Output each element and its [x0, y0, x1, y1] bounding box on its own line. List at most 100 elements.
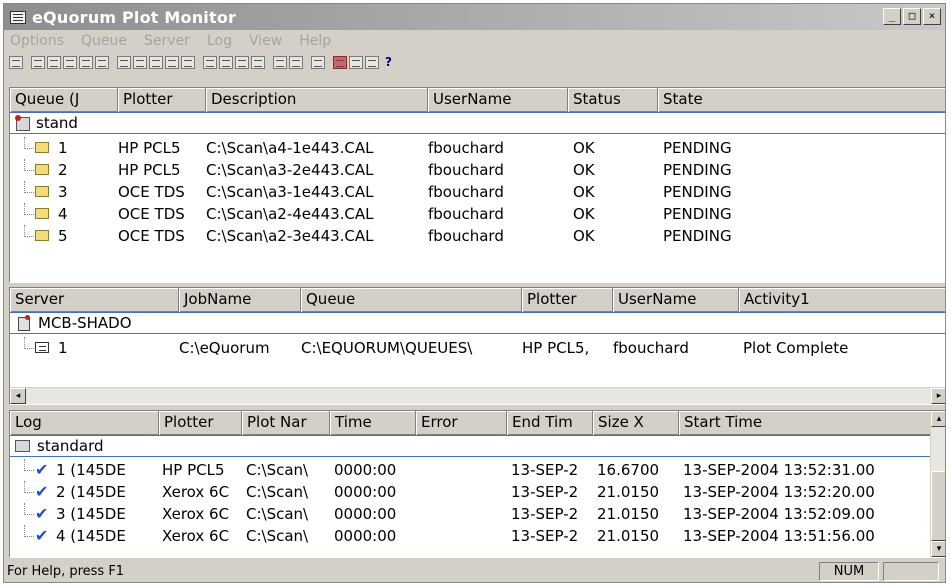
log-col-endtime[interactable]: End Tim: [507, 411, 593, 435]
log-vertical-scrollbar[interactable]: ▴ ▾: [930, 411, 945, 557]
menu-help[interactable]: Help: [299, 33, 331, 49]
toolbar-job-hold-button[interactable]: [117, 55, 131, 69]
toolbar-help-button[interactable]: ?: [385, 55, 392, 69]
queue-pane[interactable]: Queue (J Plotter Description UserName St…: [9, 87, 945, 283]
queue-row[interactable]: 2 HP PCL5 C:\Scan\a3-2e443.CAL fbouchard…: [10, 159, 945, 181]
queue-col-description[interactable]: Description: [206, 88, 428, 112]
log-col-sizex[interactable]: Size X: [593, 411, 679, 435]
menu-options[interactable]: Options: [10, 33, 64, 49]
log-cell-time: 0000:00: [334, 483, 397, 501]
server-col-activity[interactable]: Activity1: [739, 288, 945, 312]
server-row[interactable]: 1 C:\eQuorum C:\EQUORUM\QUEUES\ HP PCL5,…: [10, 337, 945, 359]
toolbar-refresh-button[interactable]: [311, 55, 325, 69]
queue-cell-id: 4: [58, 205, 68, 223]
title-bar[interactable]: eQuorum Plot Monitor _ □ ×: [4, 4, 945, 30]
toolbar-server-pause-button[interactable]: [235, 55, 249, 69]
log-row[interactable]: ✔ 4 (145DE Xerox 6C C:\Scan\ 0000:00 13-…: [10, 525, 932, 547]
server-col-jobname[interactable]: JobName: [179, 288, 301, 312]
log-cell-starttime: 13-SEP-2004 13:52:09.00: [683, 505, 875, 523]
queue-cell-id: 1: [58, 139, 68, 157]
scroll-up-arrow-icon[interactable]: ▴: [931, 411, 945, 427]
queue-cell-username: fbouchard: [428, 205, 504, 223]
app-icon[interactable]: [10, 10, 26, 24]
menu-view[interactable]: View: [249, 33, 282, 49]
toolbar-queue-stop-button[interactable]: [79, 55, 93, 69]
queue-col-plotter[interactable]: Plotter: [118, 88, 206, 112]
toolbar-job-restart-button[interactable]: [149, 55, 163, 69]
queue-col-status[interactable]: Status: [568, 88, 658, 112]
toolbar-print-preview-button[interactable]: [349, 55, 363, 69]
queue-col-username[interactable]: UserName: [428, 88, 568, 112]
queue-group-row[interactable]: stand: [10, 112, 945, 134]
log-cell-starttime: 13-SEP-2004 13:52:31.00: [683, 461, 875, 479]
log-col-plotter[interactable]: Plotter: [159, 411, 242, 435]
log-col-time[interactable]: Time: [330, 411, 416, 435]
toolbar-job-stop-button[interactable]: [165, 55, 179, 69]
toolbar-print-button[interactable]: [333, 55, 347, 69]
toolbar-queue-hold-button[interactable]: [31, 55, 45, 69]
log-group-label: standard: [37, 437, 104, 455]
toolbar-properties-button[interactable]: [9, 55, 23, 69]
log-cell-plotter: Xerox 6C: [162, 505, 230, 523]
queue-row[interactable]: 3 OCE TDS C:\Scan\a3-1e443.CAL fbouchard…: [10, 181, 945, 203]
log-col-log[interactable]: Log: [10, 411, 159, 435]
close-button[interactable]: ×: [923, 8, 941, 25]
toolbar-job-delete-button[interactable]: [181, 55, 195, 69]
log-cell-endtime: 13-SEP-2: [511, 483, 579, 501]
server-cell-username: fbouchard: [613, 339, 689, 357]
menu-server[interactable]: Server: [144, 33, 190, 49]
server-col-plotter[interactable]: Plotter: [522, 288, 613, 312]
queue-col-queue[interactable]: Queue (J: [10, 88, 118, 112]
toolbar-queue-release-button[interactable]: [47, 55, 61, 69]
queue-cell-status: OK: [573, 183, 595, 201]
toolbar-log-view-button[interactable]: [273, 55, 287, 69]
toolbar-job-release-button[interactable]: [133, 55, 147, 69]
log-cell-plotname: C:\Scan\: [246, 461, 309, 479]
toolbar-queue-start-button[interactable]: [63, 55, 77, 69]
server-cell-jobname: C:\eQuorum: [179, 339, 270, 357]
queue-cell-status: OK: [573, 161, 595, 179]
log-col-error[interactable]: Error: [416, 411, 507, 435]
menu-queue[interactable]: Queue: [81, 33, 127, 49]
tree-line: [24, 481, 34, 493]
log-header-row: Log Plotter Plot Nar Time Error End Tim …: [10, 411, 932, 435]
queue-row[interactable]: 1 HP PCL5 C:\Scan\a4-1e443.CAL fbouchard…: [10, 137, 945, 159]
scroll-left-arrow-icon[interactable]: ◂: [10, 388, 26, 404]
toolbar-queue-delete-button[interactable]: [95, 55, 109, 69]
scroll-thumb[interactable]: [931, 471, 945, 541]
log-row[interactable]: ✔ 1 (145DE HP PCL5 C:\Scan\ 0000:00 13-S…: [10, 459, 932, 481]
server-col-queue[interactable]: Queue: [301, 288, 522, 312]
queue-cell-state: PENDING: [663, 139, 732, 157]
server-col-server[interactable]: Server: [10, 288, 179, 312]
job-icon: [35, 208, 49, 219]
log-row[interactable]: ✔ 2 (145DE Xerox 6C C:\Scan\ 0000:00 13-…: [10, 481, 932, 503]
queue-row[interactable]: 5 OCE TDS C:\Scan\a2-3e443.CAL fbouchard…: [10, 225, 945, 247]
log-row[interactable]: ✔ 3 (145DE Xerox 6C C:\Scan\ 0000:00 13-…: [10, 503, 932, 525]
scroll-down-arrow-icon[interactable]: ▾: [931, 541, 945, 557]
maximize-button[interactable]: □: [903, 8, 921, 25]
log-group-row[interactable]: standard: [10, 435, 932, 457]
server-horizontal-scrollbar[interactable]: ◂ ▸: [10, 387, 945, 404]
toolbar-server-stop-button[interactable]: [219, 55, 233, 69]
menu-log[interactable]: Log: [207, 33, 232, 49]
server-group-row[interactable]: MCB-SHADO: [10, 312, 945, 334]
main-window: eQuorum Plot Monitor _ □ × Options Queue…: [3, 3, 946, 583]
queue-group-icon: [15, 115, 30, 131]
tree-line: [24, 459, 34, 471]
minimize-button[interactable]: _: [883, 8, 901, 25]
toolbar-server-resume-button[interactable]: [251, 55, 265, 69]
queue-col-state[interactable]: State: [658, 88, 945, 112]
server-cell-id: 1: [58, 339, 68, 357]
queue-cell-status: OK: [573, 227, 595, 245]
log-col-plotname[interactable]: Plot Nar: [242, 411, 330, 435]
server-col-username[interactable]: UserName: [613, 288, 739, 312]
scroll-right-arrow-icon[interactable]: ▸: [931, 388, 945, 404]
toolbar-server-start-button[interactable]: [203, 55, 217, 69]
log-col-starttime[interactable]: Start Time: [679, 411, 932, 435]
toolbar-print-setup-button[interactable]: [365, 55, 379, 69]
queue-row[interactable]: 4 OCE TDS C:\Scan\a2-4e443.CAL fbouchard…: [10, 203, 945, 225]
server-pane[interactable]: Server JobName Queue Plotter UserName Ac…: [9, 287, 945, 405]
log-pane[interactable]: Log Plotter Plot Nar Time Error End Tim …: [9, 410, 945, 558]
toolbar-log-clear-button[interactable]: [289, 55, 303, 69]
queue-cell-username: fbouchard: [428, 139, 504, 157]
